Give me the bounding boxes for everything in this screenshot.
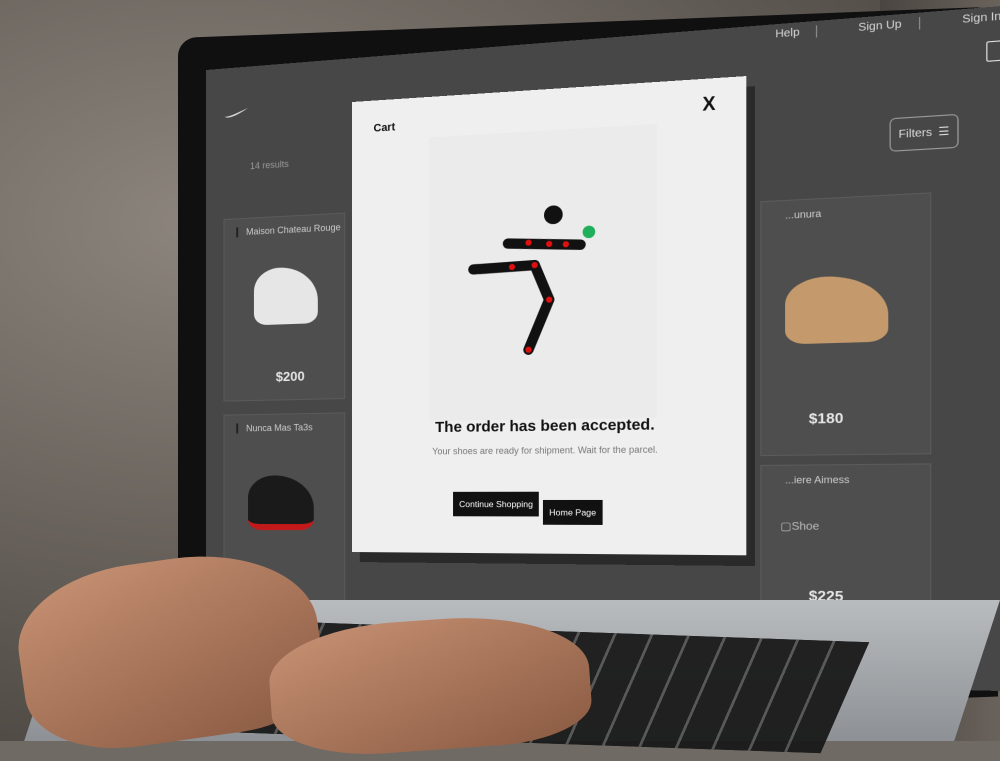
signin-link[interactable]: Sign In — [962, 9, 1000, 27]
cart-bag-icon[interactable] — [986, 39, 1000, 62]
brand-logo-icon[interactable] — [224, 107, 250, 119]
broken-image-alt: Shoe — [791, 520, 820, 534]
product-name: Nunca Mas Ta3s — [236, 422, 313, 434]
modal-heading: The order has been accepted. — [435, 415, 655, 437]
order-confirmation-modal: Cart X The order has been accepted. Your… — [352, 76, 747, 556]
signup-link[interactable]: Sign Up — [858, 17, 921, 35]
product-price: $180 — [808, 409, 844, 427]
home-page-button[interactable]: Home Page — [542, 499, 603, 525]
close-icon[interactable]: X — [702, 93, 715, 116]
help-link[interactable]: Help — [775, 25, 818, 41]
product-price: $200 — [275, 368, 305, 385]
product-name: Maison Chateau Rouge — [236, 221, 341, 238]
shoe-image — [248, 475, 314, 531]
continue-shopping-button[interactable]: Continue Shopping — [453, 491, 540, 517]
kicking-figure-icon — [428, 123, 657, 421]
product-card[interactable]: ...unura $180 — [760, 192, 932, 457]
results-count: 14 results — [250, 158, 289, 172]
sliders-icon: ☰ — [938, 125, 950, 139]
shoe-image — [785, 274, 889, 345]
modal-title: Cart — [373, 121, 396, 135]
filters-label: Filters — [898, 126, 933, 141]
filters-button[interactable]: Filters ☰ — [889, 113, 959, 152]
product-name: ...iere Aimess — [785, 474, 850, 486]
broken-image: ▢Shoe — [780, 520, 820, 534]
product-card[interactable]: Maison Chateau Rouge $200 — [223, 212, 346, 402]
modal-message: Your shoes are ready for shipment. Wait … — [432, 444, 658, 457]
shoe-image — [253, 266, 318, 326]
product-name: ...unura — [785, 208, 822, 221]
